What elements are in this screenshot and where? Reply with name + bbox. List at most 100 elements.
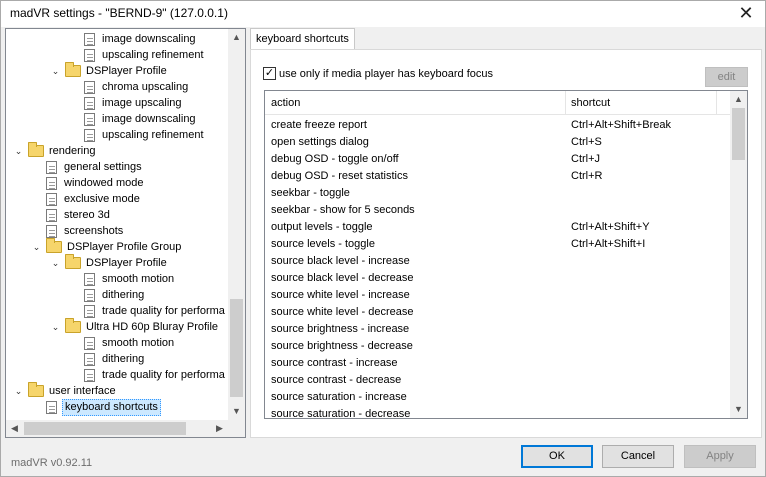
tree-item[interactable]: screenshots [32, 223, 125, 239]
tree-item-label[interactable]: upscaling refinement [100, 128, 206, 143]
expander-icon[interactable]: ⌄ [51, 66, 60, 76]
shortcut-row[interactable]: source saturation - decrease [265, 406, 731, 418]
shortcut-row[interactable]: output levels - toggle Ctrl+Alt+Shift+Y [265, 219, 731, 236]
tree-item-label[interactable]: windowed mode [62, 176, 146, 191]
scroll-down-icon[interactable]: ▼ [228, 403, 245, 420]
tree-item-label[interactable]: DSPlayer Profile Group [65, 240, 183, 255]
column-header-action[interactable]: action [271, 97, 300, 109]
shortcut-row[interactable]: create freeze report Ctrl+Alt+Shift+Break [265, 117, 731, 134]
tree-item[interactable]: dithering [70, 351, 146, 367]
tree-item[interactable]: chroma upscaling [70, 79, 190, 95]
shortcut-row[interactable]: source contrast - decrease [265, 372, 731, 389]
tree-item[interactable]: trade quality for performa [70, 367, 227, 383]
tree-item-label[interactable]: chroma upscaling [100, 80, 190, 95]
shortcut-row[interactable]: source contrast - increase [265, 355, 731, 372]
tree-item-label[interactable]: rendering [47, 144, 97, 159]
focus-checkbox-row[interactable]: ✓ use only if media player has keyboard … [263, 67, 493, 80]
tree-item-label[interactable]: Ultra HD 60p Bluray Profile [84, 320, 220, 335]
scroll-right-icon[interactable]: ▶ [211, 420, 228, 437]
shortcut-row[interactable]: debug OSD - toggle on/off Ctrl+J [265, 151, 731, 168]
edit-button[interactable]: edit [705, 67, 748, 87]
shortcut-row[interactable]: seekbar - show for 5 seconds [265, 202, 731, 219]
scroll-up-icon[interactable]: ▲ [730, 91, 747, 108]
tree-item-label[interactable]: exclusive mode [62, 192, 142, 207]
tree-item-label[interactable]: smooth motion [100, 336, 176, 351]
shortcut-row[interactable]: source black level - decrease [265, 270, 731, 287]
tree-item[interactable]: smooth motion [70, 271, 176, 287]
focus-checkbox[interactable]: ✓ [263, 67, 276, 80]
tree-item[interactable]: ⌄ user interface [14, 382, 118, 399]
tree-item[interactable]: upscaling refinement [70, 127, 206, 143]
tree-item[interactable]: image upscaling [70, 95, 184, 111]
tree-item-label[interactable]: dithering [100, 288, 146, 303]
tree-item[interactable]: trade quality for performa [70, 303, 227, 319]
shortcut-row[interactable]: source levels - toggle Ctrl+Alt+Shift+I [265, 236, 731, 253]
column-header-shortcut[interactable]: shortcut [571, 97, 610, 109]
settings-tree[interactable]: image downscaling upscaling refinement ⌄ DS… [5, 28, 246, 438]
shortcut-row[interactable]: open settings dialog Ctrl+S [265, 134, 731, 151]
tree-item[interactable]: stereo 3d [32, 207, 112, 223]
tree-item[interactable]: dithering [70, 287, 146, 303]
shortcut-action: source white level - decrease [271, 306, 414, 318]
expander-icon[interactable]: ⌄ [51, 322, 60, 332]
shortcut-row[interactable]: source brightness - decrease [265, 338, 731, 355]
shortcut-row[interactable]: source brightness - increase [265, 321, 731, 338]
tree-scroll-thumb[interactable] [230, 299, 243, 397]
tree-item[interactable]: keyboard shortcuts [32, 398, 161, 416]
focus-checkbox-label[interactable]: use only if media player has keyboard fo… [279, 68, 493, 80]
expander-icon[interactable]: ⌄ [32, 242, 41, 252]
tree-item[interactable]: smooth motion [70, 335, 176, 351]
shortcut-row[interactable]: source saturation - increase [265, 389, 731, 406]
tab-keyboard-shortcuts[interactable]: keyboard shortcuts [250, 28, 355, 50]
apply-button[interactable]: Apply [684, 445, 756, 468]
tree-item[interactable]: windowed mode [32, 175, 146, 191]
tree-item[interactable]: general settings [32, 159, 144, 175]
shortcuts-list[interactable]: action shortcut create freeze report Ctrl… [264, 90, 748, 419]
tree-item[interactable]: ⌄ Ultra HD 60p Bluray Profile [51, 318, 220, 335]
shortcuts-scroll-thumb[interactable] [732, 108, 745, 160]
column-divider[interactable] [716, 91, 717, 115]
tree-item-label[interactable]: DSPlayer Profile [84, 64, 169, 79]
scroll-up-icon[interactable]: ▲ [228, 29, 245, 46]
expander-icon[interactable]: ⌄ [51, 258, 60, 268]
shortcuts-vertical-scrollbar[interactable]: ▲ ▼ [730, 91, 747, 418]
tree-item-label[interactable]: general settings [62, 160, 144, 175]
expander-icon[interactable]: ⌄ [14, 386, 23, 396]
scroll-left-icon[interactable]: ◀ [6, 420, 23, 437]
shortcut-row[interactable]: seekbar - toggle [265, 185, 731, 202]
tree-item-label[interactable]: trade quality for performa [100, 304, 227, 319]
shortcut-row[interactable]: source white level - decrease [265, 304, 731, 321]
scroll-down-icon[interactable]: ▼ [730, 401, 747, 418]
tree-item[interactable]: image downscaling [70, 31, 198, 47]
tree-item[interactable]: ⌄ DSPlayer Profile [51, 62, 169, 79]
tree-item-label[interactable]: keyboard shortcuts [62, 398, 161, 416]
expander-icon[interactable]: ⌄ [14, 146, 23, 156]
tree-horizontal-scrollbar[interactable]: ◀ ▶ [6, 420, 228, 437]
tree-vertical-scrollbar[interactable]: ▲ ▼ [228, 29, 245, 420]
tree-item[interactable]: ⌄ DSPlayer Profile Group [32, 238, 183, 255]
tree-item-label[interactable]: smooth motion [100, 272, 176, 287]
tree-item[interactable]: exclusive mode [32, 191, 142, 207]
cancel-button[interactable]: Cancel [602, 445, 674, 468]
tree-item[interactable]: image downscaling [70, 111, 198, 127]
tree-hscroll-thumb[interactable] [24, 422, 186, 435]
tree-item-label[interactable]: image downscaling [100, 112, 198, 127]
shortcut-row[interactable]: source white level - increase [265, 287, 731, 304]
tree-item[interactable]: ⌄ rendering [14, 142, 97, 159]
column-divider[interactable] [565, 91, 566, 115]
ok-button[interactable]: OK [521, 445, 593, 468]
tree-item-label[interactable]: DSPlayer Profile [84, 256, 169, 271]
close-icon[interactable]: ✕ [735, 3, 757, 23]
tree-item-label[interactable]: upscaling refinement [100, 48, 206, 63]
tree-item[interactable]: upscaling refinement [70, 47, 206, 63]
tree-item-label[interactable]: dithering [100, 352, 146, 367]
tree-item[interactable]: ⌄ DSPlayer Profile [51, 254, 169, 271]
tree-item-label[interactable]: stereo 3d [62, 208, 112, 223]
tree-item-label[interactable]: image upscaling [100, 96, 184, 111]
tree-item-label[interactable]: image downscaling [100, 32, 198, 47]
shortcut-row[interactable]: debug OSD - reset statistics Ctrl+R [265, 168, 731, 185]
tree-item-label[interactable]: user interface [47, 384, 118, 399]
shortcut-row[interactable]: source black level - increase [265, 253, 731, 270]
tree-item-label[interactable]: trade quality for performa [100, 368, 227, 383]
tree-item-label[interactable]: screenshots [62, 224, 125, 239]
